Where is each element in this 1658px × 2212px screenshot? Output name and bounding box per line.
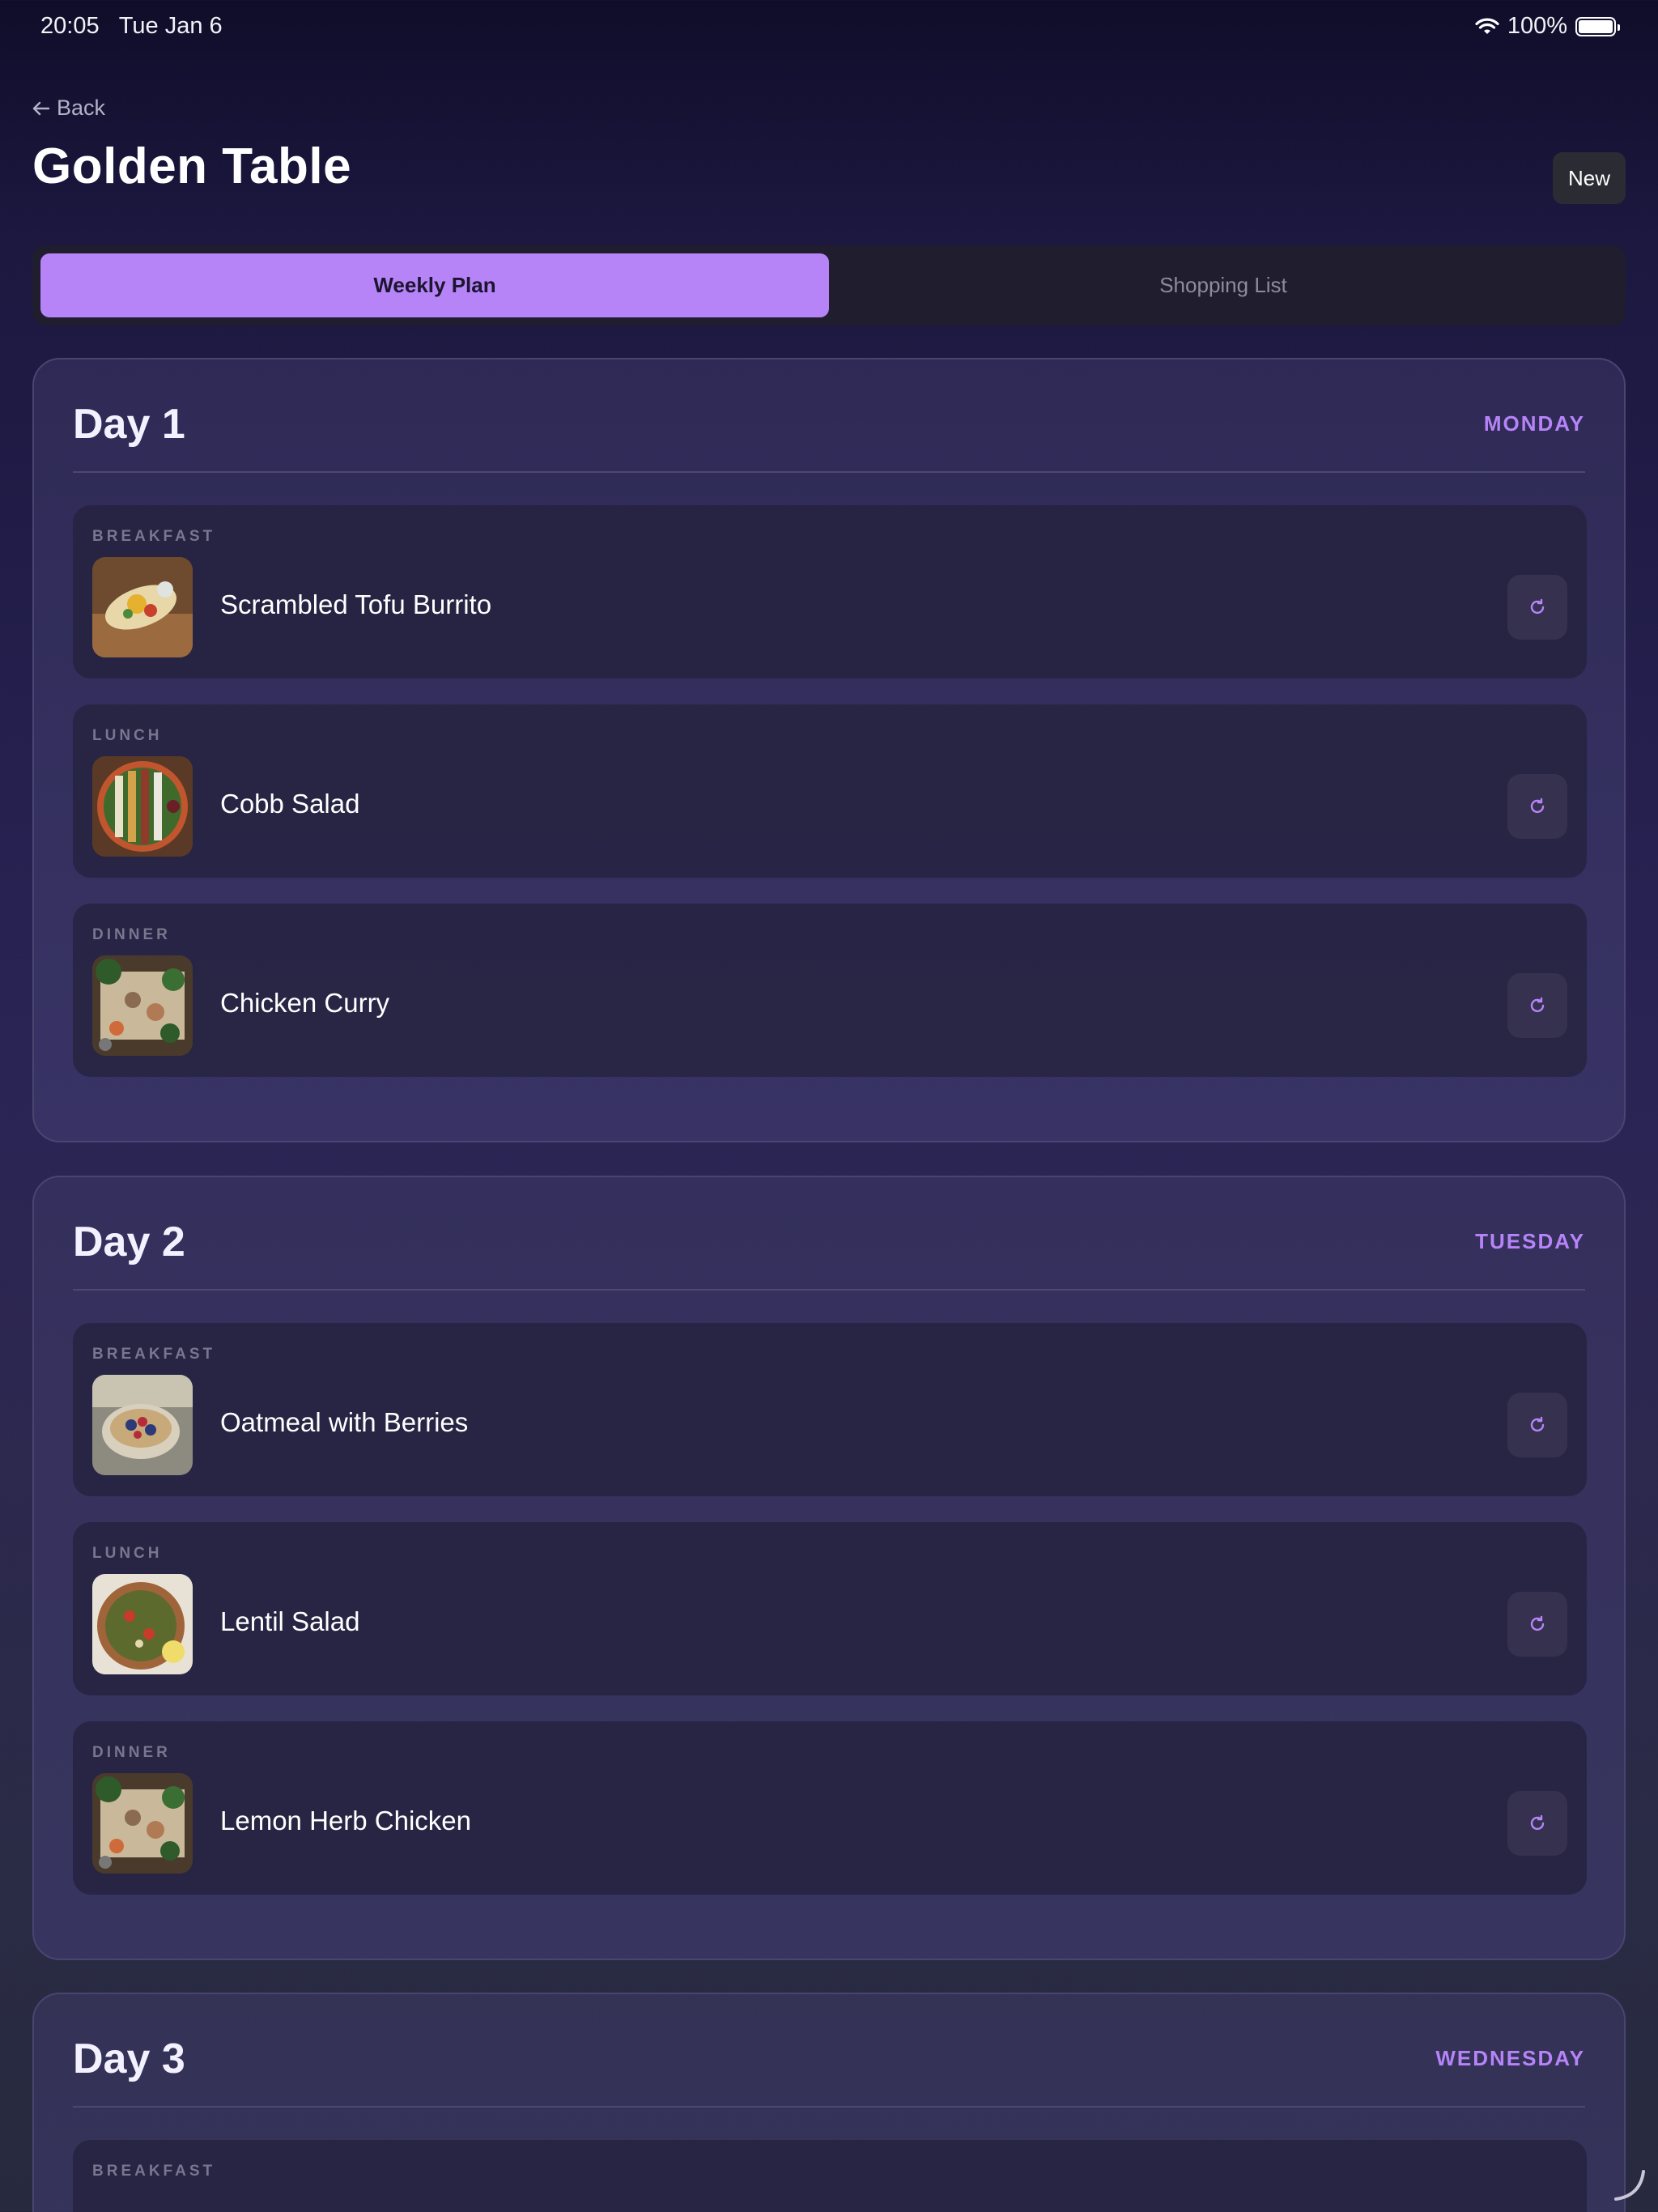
meal-photo xyxy=(92,1773,193,1874)
meal-card-dinner[interactable]: DINNER Chicken Curry xyxy=(73,904,1587,1077)
swap-meal-button[interactable] xyxy=(1507,1791,1567,1856)
battery-icon xyxy=(1575,16,1620,36)
divider xyxy=(73,471,1585,473)
meal-type-label: BREAKFAST xyxy=(92,2163,216,2180)
swap-meal-button[interactable] xyxy=(1507,1393,1567,1457)
meal-type-label: DINNER xyxy=(92,926,171,943)
meal-card-lunch[interactable]: LUNCH Cobb Salad xyxy=(73,704,1587,878)
day-title: Day 3 xyxy=(73,2035,185,2082)
day-title: Day 2 xyxy=(73,1219,185,1266)
refresh-icon xyxy=(1530,798,1545,814)
status-right: 100% xyxy=(1475,13,1620,40)
divider xyxy=(73,1289,1585,1291)
status-time: 20:05 Tue Jan 6 xyxy=(40,13,223,39)
back-button[interactable]: Back xyxy=(32,96,105,121)
meal-name: Oatmeal with Berries xyxy=(220,1407,469,1437)
day-header: Day 3 WEDNESDAY xyxy=(73,2035,1585,2083)
swap-meal-button[interactable] xyxy=(1507,774,1567,839)
meal-card-breakfast[interactable]: BREAKFAST Scrambled Tofu Burrito xyxy=(73,505,1587,678)
refresh-icon xyxy=(1530,997,1545,1013)
meal-name: Chicken Curry xyxy=(220,988,390,1018)
day-card: Day 2 TUESDAY BREAKFAST Oatmeal with Ber… xyxy=(32,1176,1626,1960)
meal-card-breakfast[interactable]: BREAKFAST Oatmeal with Berries xyxy=(73,1323,1587,1496)
meal-photo xyxy=(92,1375,193,1475)
meal-card-dinner[interactable]: DINNER Lemon Herb Chicken xyxy=(73,1721,1587,1895)
swap-meal-button[interactable] xyxy=(1507,973,1567,1038)
day-header: Day 2 TUESDAY xyxy=(73,1218,1585,1266)
meal-name: Lemon Herb Chicken xyxy=(220,1806,471,1836)
divider xyxy=(73,2106,1585,2108)
weekday-label: MONDAY xyxy=(1483,411,1585,436)
meal-card-breakfast[interactable]: BREAKFAST xyxy=(73,2140,1587,2212)
refresh-icon xyxy=(1530,598,1545,615)
meal-name: Scrambled Tofu Burrito xyxy=(220,589,492,619)
swap-meal-button[interactable] xyxy=(1507,575,1567,640)
meal-type-label: LUNCH xyxy=(92,1545,163,1562)
meal-photo xyxy=(92,955,193,1056)
meal-photo xyxy=(92,1574,193,1674)
refresh-icon xyxy=(1530,1615,1545,1631)
swap-meal-button[interactable] xyxy=(1507,1592,1567,1657)
meal-type-label: DINNER xyxy=(92,1744,171,1761)
day-title: Day 1 xyxy=(73,401,185,448)
meal-type-label: LUNCH xyxy=(92,727,163,744)
day-card: Day 1 MONDAY BREAKFAST Scrambled Tofu Bu… xyxy=(32,358,1626,1142)
wifi-icon xyxy=(1475,18,1499,34)
weekday-label: TUESDAY xyxy=(1475,1229,1585,1253)
view-tabs: Weekly Plan Shopping List xyxy=(32,245,1626,325)
tab-weekly-plan[interactable]: Weekly Plan xyxy=(40,253,829,317)
refresh-icon xyxy=(1530,1416,1545,1432)
new-plan-button[interactable]: New xyxy=(1553,152,1626,204)
meal-photo xyxy=(92,557,193,657)
day-card: Day 3 WEDNESDAY BREAKFAST xyxy=(32,1993,1626,2212)
page-title: Golden Table xyxy=(32,138,352,194)
back-label: Back xyxy=(57,96,106,120)
weekday-label: WEDNESDAY xyxy=(1435,2046,1585,2070)
meal-name: Cobb Salad xyxy=(220,789,360,819)
status-bar: 20:05 Tue Jan 6 100% xyxy=(0,0,1658,52)
refresh-icon xyxy=(1530,1814,1545,1831)
tab-shopping-list[interactable]: Shopping List xyxy=(829,253,1618,317)
meal-type-label: BREAKFAST xyxy=(92,528,216,545)
meal-name: Lentil Salad xyxy=(220,1606,360,1636)
battery-percent: 100% xyxy=(1507,13,1567,39)
arrow-left-icon xyxy=(32,101,50,115)
meal-card-lunch[interactable]: LUNCH Lentil Salad xyxy=(73,1522,1587,1695)
resize-handle-icon xyxy=(1614,2170,1645,2201)
meal-type-label: BREAKFAST xyxy=(92,1346,216,1363)
day-header: Day 1 MONDAY xyxy=(73,400,1585,449)
meal-photo xyxy=(92,756,193,857)
